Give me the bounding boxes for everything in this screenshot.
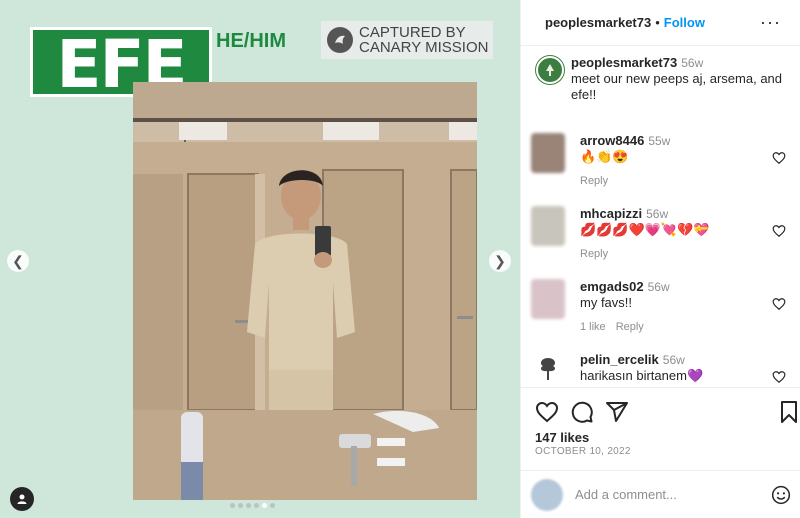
watermark-badge: CAPTURED BY CANARY MISSION	[321, 21, 493, 59]
comment-username[interactable]: pelin_ercelik	[580, 352, 659, 367]
comment-text: 💋💋💋❤️💗💘💔💝	[580, 222, 710, 237]
watermark-line2: CANARY MISSION	[359, 39, 489, 56]
comment-text: 🔥👏😍	[580, 149, 629, 164]
comment-item: pelin_ercelik 56w harikasın birtanem💜	[531, 352, 796, 387]
comment-username[interactable]: mhcapizzi	[580, 206, 642, 221]
header-separator: •	[655, 15, 660, 30]
reply-button[interactable]: Reply	[580, 246, 796, 262]
comment-item: mhcapizzi 56w 💋💋💋❤️💗💘💔💝 Reply	[531, 206, 796, 262]
heart-icon[interactable]	[772, 297, 786, 311]
comment-time: 56w	[647, 280, 670, 294]
comment-likes[interactable]: 1 like	[580, 321, 606, 333]
comment-username[interactable]: arrow8446	[580, 133, 644, 148]
author-username[interactable]: peoplesmarket73	[545, 15, 651, 30]
carousel-dots	[230, 503, 275, 508]
follow-button[interactable]: Follow	[664, 15, 705, 30]
caption-username[interactable]: peoplesmarket73	[571, 55, 677, 70]
comment-text: my favs!!	[580, 295, 633, 310]
comment-time: 56w	[662, 353, 685, 367]
commenter-avatar[interactable]	[531, 352, 565, 387]
add-comment-bar	[521, 470, 800, 518]
reply-button[interactable]: Reply	[616, 321, 644, 333]
user-icon	[17, 494, 27, 504]
comment-item: emgads02 56w my favs!! 1 like Reply	[531, 279, 796, 335]
watermark-line1: CAPTURED BY	[359, 24, 466, 41]
pronouns-label: HE/HIM	[216, 30, 286, 52]
comment-icon[interactable]	[570, 400, 594, 424]
heart-icon[interactable]	[772, 224, 786, 238]
tagged-users-button[interactable]	[10, 487, 34, 511]
caption-time[interactable]: 56w	[681, 56, 703, 70]
heart-icon[interactable]	[772, 370, 786, 384]
post-header: peoplesmarket73 • Follow ···	[521, 0, 800, 46]
canary-bird-icon	[327, 27, 353, 53]
viewer-avatar	[531, 478, 563, 511]
carousel-dot	[270, 503, 275, 508]
commenter-avatar[interactable]	[531, 206, 565, 246]
add-comment-input[interactable]	[575, 487, 765, 502]
post-actions: 147 likes OCTOBER 10, 2022	[521, 387, 800, 469]
commenter-avatar[interactable]	[531, 133, 565, 173]
more-options-button[interactable]: ···	[760, 12, 781, 33]
chevron-left-icon: ❮	[12, 253, 24, 269]
bookmark-icon[interactable]	[777, 400, 800, 424]
carousel-next-button[interactable]: ❯	[489, 250, 511, 272]
chevron-right-icon: ❯	[494, 253, 506, 269]
post-media: EFE HE/HIM CAPTURED BY CANARY MISSION ❮ …	[0, 0, 520, 518]
carousel-dot	[262, 503, 267, 508]
comment-item: arrow8446 55w 🔥👏😍 Reply	[531, 133, 796, 189]
emoji-icon[interactable]	[771, 485, 791, 505]
more-horizontal-icon: ···	[760, 12, 781, 32]
post-date: OCTOBER 10, 2022	[535, 446, 631, 457]
comment-time: 55w	[648, 134, 671, 148]
reply-button[interactable]: Reply	[580, 173, 796, 189]
post-photo	[133, 82, 477, 500]
comments-list[interactable]: peoplesmarket73 56w meet our new peeps aj…	[521, 47, 800, 387]
heart-icon[interactable]	[772, 151, 786, 165]
commenter-avatar[interactable]	[531, 279, 565, 319]
comment-username[interactable]: emgads02	[580, 279, 644, 294]
carousel-dot	[246, 503, 251, 508]
carousel-dot	[230, 503, 235, 508]
heart-icon[interactable]	[535, 400, 559, 424]
post-side-panel: peoplesmarket73 • Follow ··· peoplesmark…	[520, 0, 800, 518]
likes-count[interactable]: 147 likes	[535, 430, 589, 445]
comment-text: harikasın birtanem💜	[580, 368, 704, 383]
carousel-prev-button[interactable]: ❮	[7, 250, 29, 272]
caption-text: meet our new peeps aj, arsema, and efe!!	[571, 71, 783, 102]
share-icon[interactable]	[605, 400, 629, 424]
comment-time: 56w	[646, 207, 669, 221]
carousel-dot	[238, 503, 243, 508]
carousel-dot	[254, 503, 259, 508]
reply-row: 1 like Reply	[580, 319, 796, 335]
author-avatar[interactable]	[536, 56, 564, 84]
post-caption: peoplesmarket73 56w meet our new peeps aj…	[535, 55, 795, 103]
